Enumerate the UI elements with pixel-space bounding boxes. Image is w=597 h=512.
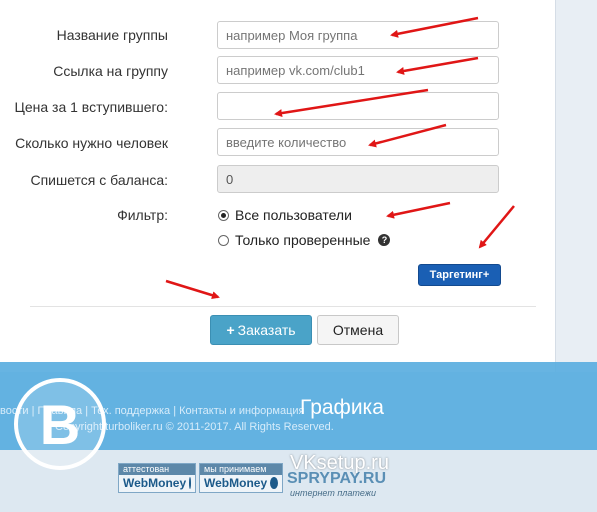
- annotation-arrow-3: [274, 88, 429, 118]
- annotation-arrow-7: [165, 279, 220, 300]
- annotation-arrow-5: [386, 201, 451, 219]
- annotation-arrow-2: [396, 56, 479, 75]
- annotation-arrow-6: [478, 205, 515, 249]
- annotation-arrows: [165, 16, 515, 300]
- annotation-arrow-4: [368, 123, 447, 148]
- annotation-arrow-1: [390, 16, 479, 38]
